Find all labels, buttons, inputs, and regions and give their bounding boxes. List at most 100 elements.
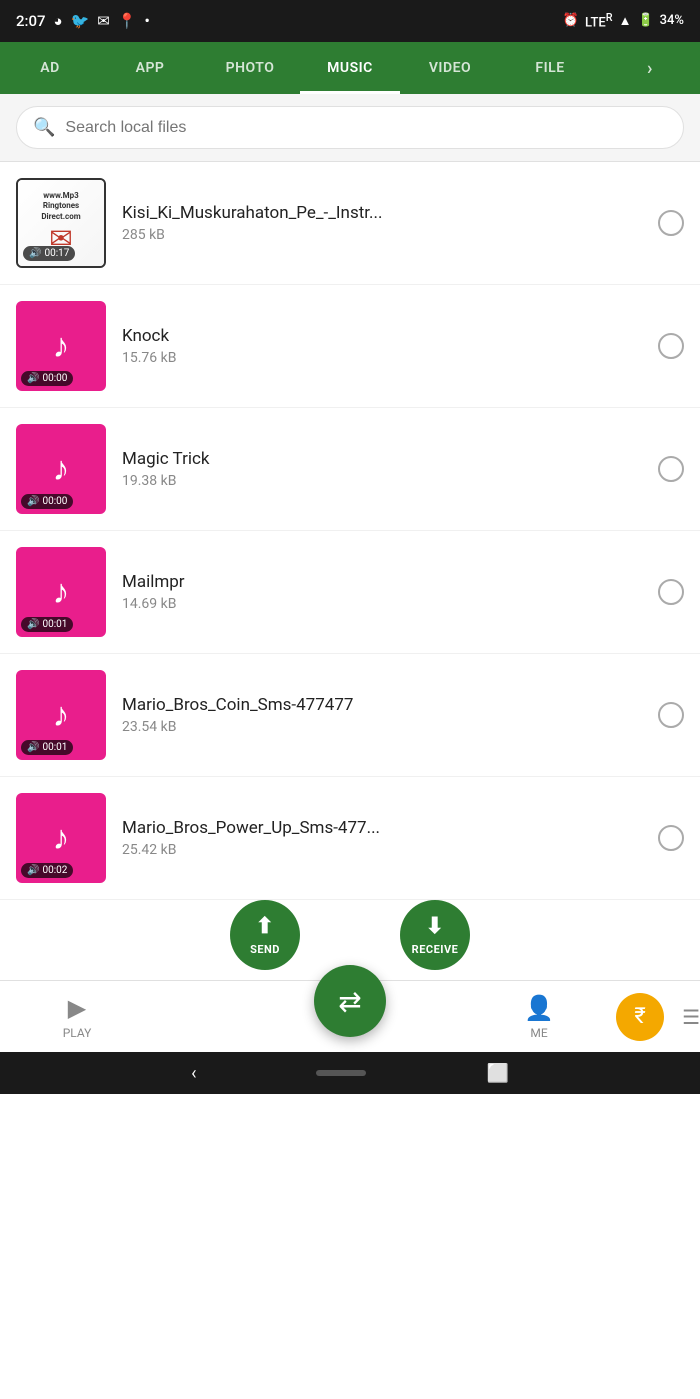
search-input[interactable]	[65, 119, 667, 137]
search-wrap[interactable]: 🔍	[16, 106, 684, 149]
file-size: 14.69 kB	[122, 596, 642, 612]
time: 2:07	[16, 12, 46, 30]
speaker-icon: 🔊	[27, 619, 39, 630]
transfer-icon: ⇄	[338, 985, 361, 1018]
file-size: 285 kB	[122, 227, 642, 243]
music-note-icon: ♪	[53, 572, 70, 612]
dot-indicator: •	[145, 12, 150, 30]
file-thumbnail: ♪ 🔊 00:00	[16, 301, 106, 391]
file-thumbnail: www.Mp3RingtonesDirect.com ✉ 🔊 00:17	[16, 178, 106, 268]
home-button[interactable]	[316, 1070, 366, 1076]
file-name: Kisi_Ki_Muskurahaton_Pe_-_Instr...	[122, 203, 642, 223]
duration-badge: 🔊 00:00	[21, 371, 73, 386]
list-item[interactable]: ♪ 🔊 00:01 Mario_Bros_Coin_Sms-477477 23.…	[0, 654, 700, 777]
nav-transfer-button[interactable]: ⇄	[314, 965, 386, 1037]
mail-icon: ✉	[97, 12, 110, 30]
file-list: www.Mp3RingtonesDirect.com ✉ 🔊 00:17 Kis…	[0, 162, 700, 900]
status-right: ⏰ LTER ▲ 🔋 34%	[563, 11, 684, 30]
file-name: Mario_Bros_Power_Up_Sms-477...	[122, 818, 642, 838]
speaker-icon: 🔊	[27, 496, 39, 507]
list-item[interactable]: ♪ 🔊 00:02 Mario_Bros_Power_Up_Sms-477...…	[0, 777, 700, 900]
battery-icon: 🔋	[637, 13, 653, 28]
file-size: 15.76 kB	[122, 350, 642, 366]
file-thumbnail: ♪ 🔊 00:01	[16, 670, 106, 760]
receive-button[interactable]: ⬇ RECEIVE	[400, 900, 470, 970]
file-size: 25.42 kB	[122, 842, 642, 858]
speaker-icon: 🔊	[27, 742, 39, 753]
coin-icon: ₹	[634, 1004, 645, 1029]
twitter-icon: 🐦	[71, 12, 90, 30]
music-note-icon: ♪	[53, 695, 70, 735]
search-bar: 🔍	[0, 94, 700, 162]
nav-play[interactable]: ▶ PLAY	[0, 994, 154, 1040]
status-left: 2:07 ◕ 🐦 ✉ 📍 •	[16, 12, 150, 30]
file-name: Knock	[122, 326, 642, 346]
file-name: Magic Trick	[122, 449, 642, 469]
music-note-icon: ♪	[53, 326, 70, 366]
file-name: Mailmpr	[122, 572, 642, 592]
chrome-icon: ◕	[54, 12, 63, 30]
receive-icon: ⬇	[426, 914, 445, 939]
file-thumbnail: ♪ 🔊 00:02	[16, 793, 106, 883]
tab-music[interactable]: MUSIC	[300, 42, 400, 94]
nav-me[interactable]: 👤 ME	[462, 994, 616, 1040]
play-icon: ▶	[68, 994, 86, 1022]
system-nav: ‹ ⬜	[0, 1052, 700, 1094]
duration-badge: 🔊 00:02	[21, 863, 73, 878]
list-item[interactable]: ♪ 🔊 00:00 Magic Trick 19.38 kB	[0, 408, 700, 531]
list-item[interactable]: ♪ 🔊 00:01 Mailmpr 14.69 kB	[0, 531, 700, 654]
file-info: Magic Trick 19.38 kB	[122, 449, 642, 489]
file-size: 19.38 kB	[122, 473, 642, 489]
music-note-icon: ♪	[53, 818, 70, 858]
file-size: 23.54 kB	[122, 719, 642, 735]
signal-icon: ▲	[619, 13, 632, 29]
maps-icon: 📍	[118, 12, 137, 30]
file-info: Knock 15.76 kB	[122, 326, 642, 366]
file-name: Mario_Bros_Coin_Sms-477477	[122, 695, 642, 715]
tab-bar: AD APP PHOTO MUSIC VIDEO FILE ›	[0, 42, 700, 94]
duration-badge: 🔊 00:01	[21, 740, 73, 755]
nav-play-label: PLAY	[63, 1026, 92, 1040]
send-button[interactable]: ⬆ SEND	[230, 900, 300, 970]
select-radio[interactable]	[658, 825, 684, 851]
tab-more[interactable]: ›	[600, 42, 700, 94]
tab-ad[interactable]: AD	[0, 42, 100, 94]
list-item[interactable]: ♪ 🔊 00:00 Knock 15.76 kB	[0, 285, 700, 408]
battery-percent: 34%	[660, 13, 684, 28]
list-item[interactable]: www.Mp3RingtonesDirect.com ✉ 🔊 00:17 Kis…	[0, 162, 700, 285]
music-note-icon: ♪	[53, 449, 70, 489]
menu-bars-icon[interactable]: ☰	[682, 1005, 700, 1029]
search-icon: 🔍	[33, 117, 55, 138]
file-info: Kisi_Ki_Muskurahaton_Pe_-_Instr... 285 k…	[122, 203, 642, 243]
file-thumbnail: ♪ 🔊 00:00	[16, 424, 106, 514]
bottom-nav: ▶ PLAY ⇄ 👤 ME ₹ ☰	[0, 980, 700, 1052]
duration-badge: 🔊 00:01	[21, 617, 73, 632]
select-radio[interactable]	[658, 333, 684, 359]
select-radio[interactable]	[658, 210, 684, 236]
send-icon: ⬆	[256, 914, 275, 939]
file-info: Mailmpr 14.69 kB	[122, 572, 642, 612]
alarm-icon: ⏰	[563, 13, 579, 28]
recents-button[interactable]: ⬜	[486, 1063, 508, 1084]
coin-button[interactable]: ₹	[616, 993, 664, 1041]
duration-badge: 🔊 00:00	[21, 494, 73, 509]
speaker-icon: 🔊	[27, 373, 39, 384]
speaker-icon: 🔊	[29, 248, 41, 259]
select-radio[interactable]	[658, 702, 684, 728]
file-thumbnail: ♪ 🔊 00:01	[16, 547, 106, 637]
select-radio[interactable]	[658, 456, 684, 482]
status-bar: 2:07 ◕ 🐦 ✉ 📍 • ⏰ LTER ▲ 🔋 34%	[0, 0, 700, 42]
speaker-icon: 🔊	[27, 865, 39, 876]
tab-photo[interactable]: PHOTO	[200, 42, 300, 94]
select-radio[interactable]	[658, 579, 684, 605]
tab-app[interactable]: APP	[100, 42, 200, 94]
file-info: Mario_Bros_Coin_Sms-477477 23.54 kB	[122, 695, 642, 735]
back-button[interactable]: ‹	[191, 1063, 196, 1084]
duration-badge: 🔊 00:17	[23, 246, 75, 261]
me-icon: 👤	[524, 994, 554, 1022]
ringtone-logo-text: www.Mp3RingtonesDirect.com	[41, 191, 80, 222]
nav-me-label: ME	[530, 1026, 547, 1040]
tab-file[interactable]: FILE	[500, 42, 600, 94]
tab-video[interactable]: VIDEO	[400, 42, 500, 94]
file-info: Mario_Bros_Power_Up_Sms-477... 25.42 kB	[122, 818, 642, 858]
